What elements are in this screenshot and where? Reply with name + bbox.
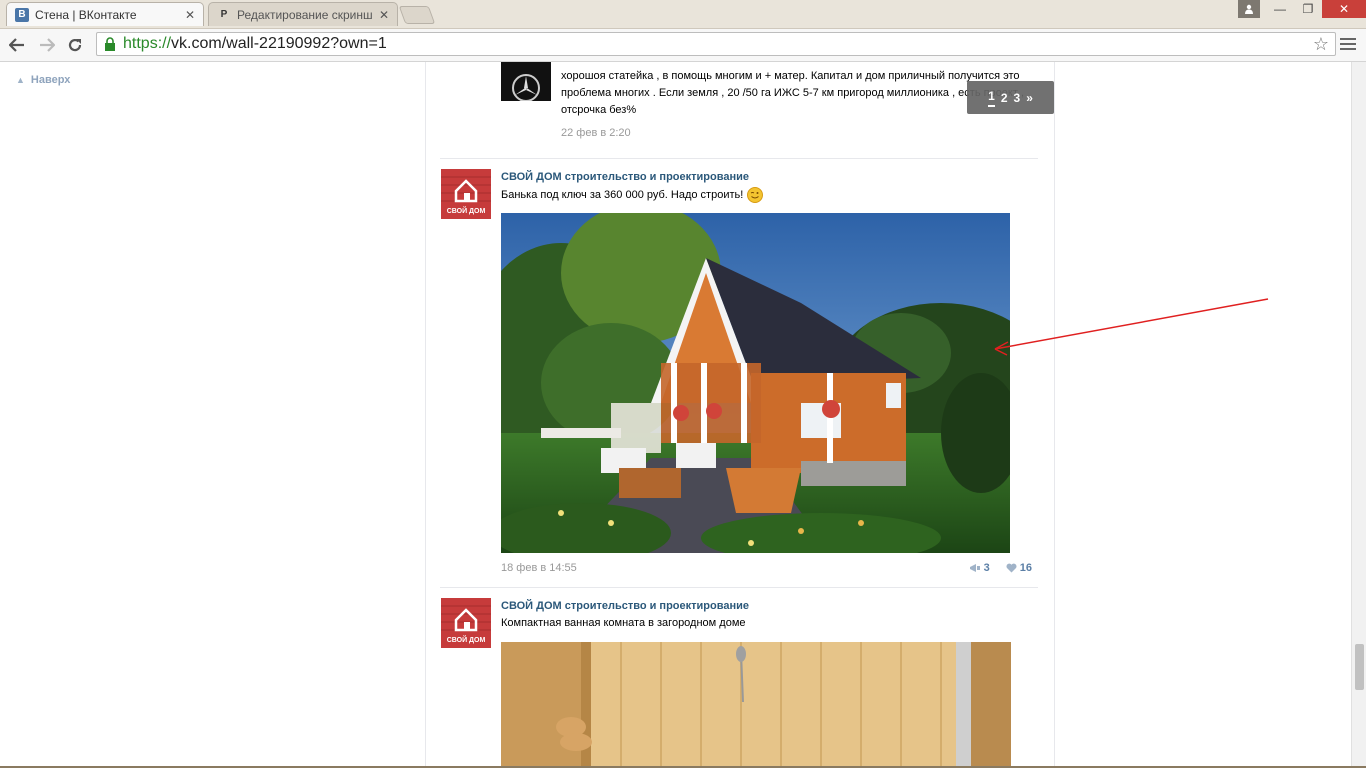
page-scrollbar[interactable]: [1351, 62, 1366, 768]
scrollbar-thumb[interactable]: [1355, 644, 1364, 690]
annotation-arrow: [994, 298, 1269, 356]
